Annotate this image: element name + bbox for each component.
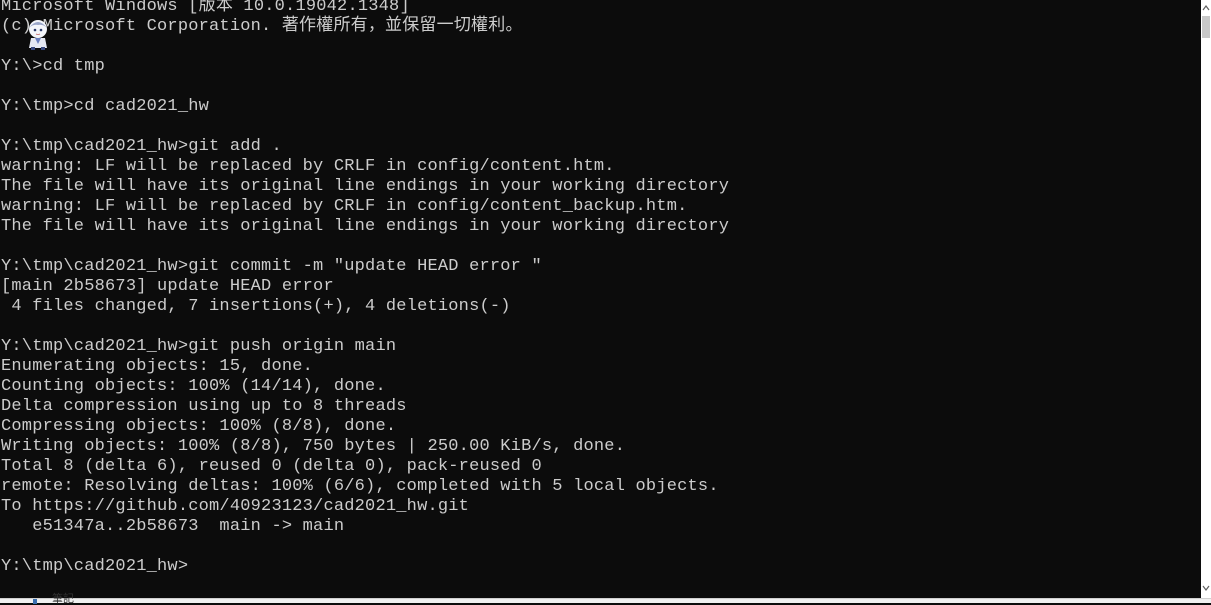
console-line: Y:\>cd tmp [1,57,106,76]
anime-mascot-icon [29,20,47,50]
console-line: The file will have its original line end… [1,177,730,196]
console-window[interactable]: Microsoft Windows [版本 10.0.19042.1348] (c… [0,0,1201,598]
console-line: Compressing objects: 100% (8/8), done. [1,417,397,436]
console-line: Microsoft Windows [版本 10.0.19042.1348] [1,0,410,16]
taskbar-app-icon[interactable] [33,599,37,604]
taskbar-label[interactable]: 筆記 [52,593,74,605]
console-line: Y:\tmp\cad2021_hw> [1,557,189,576]
console-line: Y:\tmp\cad2021_hw>git add . [1,137,282,156]
console-line: (c) Microsoft Corporation. 著作權所有，並保留一切權利… [1,17,523,36]
console-line: Delta compression using up to 8 threads [1,397,407,416]
console-line: Y:\tmp\cad2021_hw>git push origin main [1,337,397,356]
scroll-up-arrow-icon[interactable] [1201,4,1211,12]
console-line: Y:\tmp\cad2021_hw>git commit -m "update … [1,257,542,276]
console-line: e51347a..2b58673 main -> main [1,517,345,536]
console-line: Writing objects: 100% (8/8), 750 bytes |… [1,437,626,456]
console-line: Y:\tmp>cd cad2021_hw [1,97,210,116]
scroll-thumb[interactable] [1202,16,1210,38]
console-line: Counting objects: 100% (14/14), done. [1,377,386,396]
scroll-down-arrow-icon[interactable] [1201,584,1211,592]
console-line: warning: LF will be replaced by CRLF in … [1,157,615,176]
taskbar-strip: 筆記 [0,593,1211,605]
console-output: Microsoft Windows [版本 10.0.19042.1348] (c… [1,0,729,577]
console-line: remote: Resolving deltas: 100% (6/6), co… [1,477,719,496]
console-line: Total 8 (delta 6), reused 0 (delta 0), p… [1,457,542,476]
console-line: Enumerating objects: 15, done. [1,357,314,376]
vertical-scrollbar[interactable] [1201,0,1211,598]
console-line: warning: LF will be replaced by CRLF in … [1,197,688,216]
console-line: To https://github.com/40923123/cad2021_h… [1,497,470,516]
console-line: The file will have its original line end… [1,217,730,236]
console-line: 4 files changed, 7 insertions(+), 4 dele… [1,297,511,316]
console-line: [main 2b58673] update HEAD error [1,277,334,296]
